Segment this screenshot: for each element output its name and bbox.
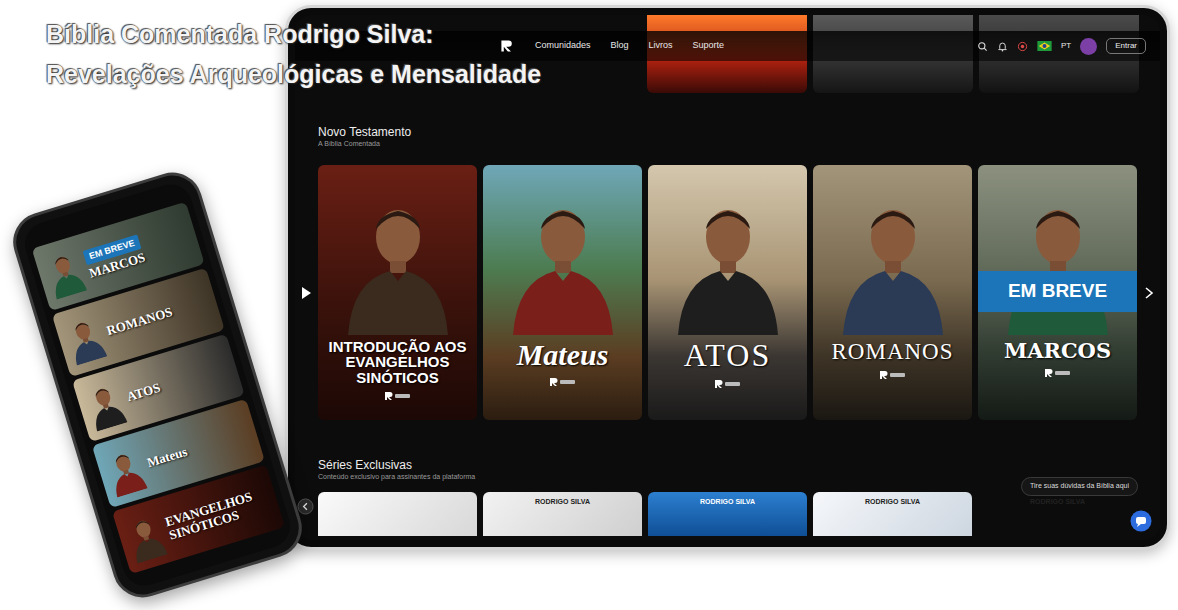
- presenter-photo-icon: [80, 376, 130, 433]
- nav-link[interactable]: Livros: [649, 39, 673, 53]
- tile-body: ATOS: [125, 381, 162, 404]
- new-testament-row: INTRODUÇÃO AOS EVANGELHOS SINÓTICOSMateu…: [295, 165, 1160, 420]
- series-card[interactable]: RODRIGO SILVA: [648, 492, 807, 536]
- book-title: ROMANOS: [813, 335, 972, 364]
- presenter-photo-icon: [503, 185, 623, 335]
- tablet-screen: Comunidades Blog Livros Suporte PT Entrar Novo…: [295, 15, 1160, 540]
- series-author: RODRIGO SILVA: [535, 497, 590, 536]
- tile-body: EVANGELHOS SINÓTICOS: [164, 485, 274, 542]
- nav-actions: PT Entrar: [977, 38, 1146, 55]
- headline-line: Bíblia Comentada Rodrigo Silva:: [46, 14, 541, 54]
- series-card[interactable]: RODRIGO SILVA: [813, 492, 972, 536]
- play-arrow-icon[interactable]: [301, 287, 311, 299]
- tile-body: EM BREVEMARCOS: [83, 234, 147, 281]
- series-author: RODRIGO SILVA: [865, 497, 920, 536]
- section-title: Séries Exclusivas: [318, 458, 1137, 472]
- brand-logo-icon: [879, 370, 907, 380]
- circle-arrow-icon[interactable]: [297, 498, 314, 515]
- nav-link[interactable]: Suporte: [693, 39, 725, 53]
- tile-body: ROMANOS: [105, 305, 174, 338]
- book-card[interactable]: ROMANOS: [813, 165, 972, 420]
- book-title: Mateus: [483, 335, 642, 371]
- series-row: RODRIGO SILVA RODRIGO SILVA RODRIGO SILVA R…: [295, 492, 1160, 536]
- book-title: ROMANOS: [105, 305, 174, 338]
- book-title: ATOS: [125, 381, 162, 404]
- phone-device: EM BREVEMARCOS ROMANOS ATOS Mateus EVANGELHO…: [6, 165, 309, 605]
- enter-button[interactable]: Entrar: [1106, 38, 1146, 55]
- chat-icon[interactable]: [1130, 510, 1152, 532]
- help-tooltip[interactable]: Tire suas dúvidas da Bíblia aqui: [1021, 477, 1138, 496]
- series-author: RODRIGO SILVA: [700, 497, 755, 536]
- book-card[interactable]: INTRODUÇÃO AOS EVANGELHOS SINÓTICOS: [318, 165, 477, 420]
- brand-logo-icon: [1044, 368, 1072, 378]
- presenter-photo-icon: [833, 185, 953, 335]
- record-icon[interactable]: [1017, 41, 1028, 52]
- nav-link[interactable]: Blog: [611, 39, 629, 53]
- series-card[interactable]: RODRIGO SILVA: [483, 492, 642, 536]
- section-header: Novo TestamentoA Bíblia Comentada: [295, 115, 1160, 149]
- section-subtitle: Conteúdo exclusivo para assinantes da pl…: [318, 472, 1137, 482]
- notification-icon[interactable]: [997, 41, 1008, 52]
- book-title: MARCOS: [978, 335, 1137, 362]
- book-card[interactable]: Mateus: [483, 165, 642, 420]
- series-card[interactable]: [318, 492, 477, 536]
- book-card[interactable]: EM BREVE MARCOS: [978, 165, 1137, 420]
- language-label[interactable]: PT: [1061, 40, 1071, 52]
- presenter-photo-icon: [120, 507, 170, 564]
- book-title: EVANGELHOS SINÓTICOS: [164, 485, 274, 542]
- book-card[interactable]: ATOS: [648, 165, 807, 420]
- phone-screen: EM BREVEMARCOS ROMANOS ATOS Mateus EVANGELHO…: [20, 179, 296, 591]
- headline-line: Revelações Arqueológicas e Mensalidade: [46, 54, 541, 94]
- section-header: Séries ExclusivasConteúdo exclusivo para…: [295, 420, 1160, 482]
- page-headline: Bíblia Comentada Rodrigo Silva:Revelaçõe…: [46, 14, 541, 94]
- user-avatar[interactable]: [1080, 38, 1097, 55]
- logo-icon[interactable]: [499, 38, 515, 54]
- book-title: ATOS: [648, 335, 807, 373]
- presenter-photo-icon: [998, 185, 1118, 335]
- nav-link[interactable]: Comunidades: [535, 39, 591, 53]
- section-title: Novo Testamento: [318, 125, 1137, 139]
- series-author: RODRIGO SILVA: [1030, 497, 1085, 536]
- series-card[interactable]: RODRIGO SILVA: [978, 492, 1137, 536]
- book-title: Mateus: [145, 445, 188, 470]
- tile-body: Mateus: [145, 445, 188, 470]
- presenter-photo-icon: [668, 185, 788, 335]
- coming-soon-badge: EM BREVE: [978, 271, 1137, 312]
- presenter-photo-icon: [60, 310, 110, 367]
- presenter-photo-icon: [338, 185, 458, 335]
- brand-logo-icon: [549, 377, 577, 387]
- section-subtitle: A Bíblia Comentada: [318, 139, 1137, 149]
- brand-logo-icon: [384, 391, 412, 401]
- presenter-photo-icon: [100, 441, 150, 498]
- promo-canvas: Bíblia Comentada Rodrigo Silva:Revelaçõe…: [0, 0, 1178, 610]
- brand-logo-icon: [714, 379, 742, 389]
- chevron-right-icon[interactable]: [1144, 287, 1154, 299]
- brazil-flag-icon[interactable]: [1037, 41, 1052, 51]
- book-title: INTRODUÇÃO AOS EVANGELHOS SINÓTICOS: [318, 335, 477, 385]
- search-icon[interactable]: [977, 41, 988, 52]
